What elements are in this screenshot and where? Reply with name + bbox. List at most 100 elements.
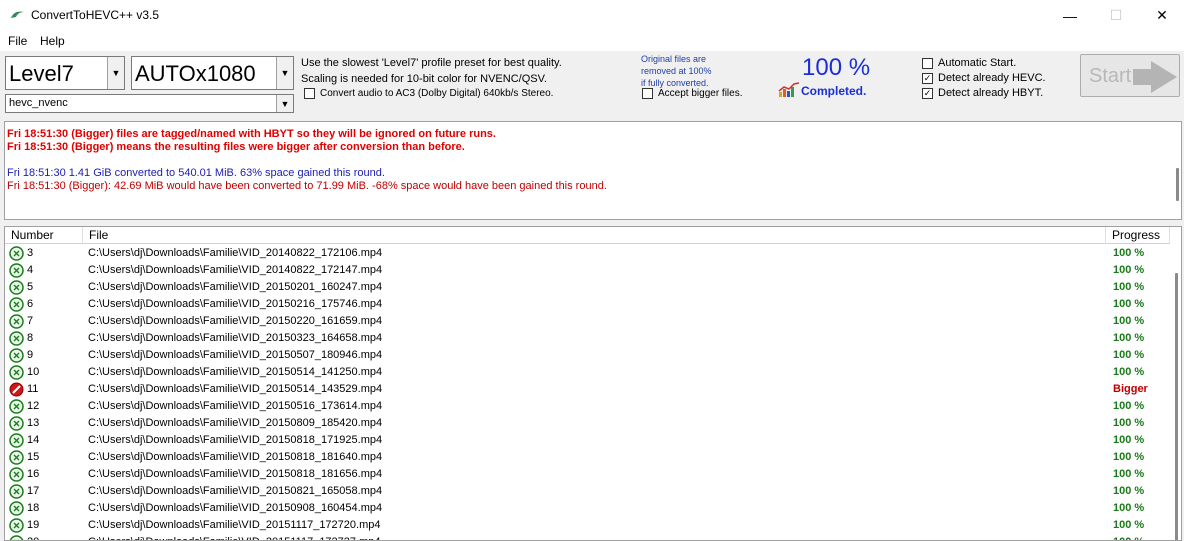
row-progress: 100 % (1113, 502, 1145, 514)
done-icon (9, 467, 24, 482)
start-button[interactable]: Start (1080, 54, 1180, 97)
table-row[interactable]: 14 C:\Users\dj\Downloads\Familie\VID_2015… (5, 432, 1170, 449)
row-progress: 100 % (1113, 485, 1145, 497)
done-icon (9, 263, 24, 278)
log-panel: Fri 18:51:30 (Bigger) files are tagged/n… (4, 121, 1182, 220)
original-files-note: Original files are removed at 100% if fu… (641, 53, 751, 89)
row-file-path: C:\Users\dj\Downloads\Familie\VID_201505… (88, 383, 383, 395)
file-list: Number File Progress 3 C:\Users\dj\Downlo… (4, 226, 1182, 541)
table-row[interactable]: 10 C:\Users\dj\Downloads\Familie\VID_2015… (5, 364, 1170, 381)
detect-hbyt-checkbox[interactable]: ✓ Detect already HBYT. (922, 87, 1043, 99)
done-icon (9, 450, 24, 465)
table-row[interactable]: 4 C:\Users\dj\Downloads\Familie\VID_20140… (5, 262, 1170, 279)
chevron-down-icon: ▼ (276, 57, 293, 89)
row-number: 8 (27, 332, 34, 344)
table-row[interactable]: 11 C:\Users\dj\Downloads\Familie\VID_2015… (5, 381, 1170, 398)
done-icon (9, 246, 24, 261)
chevron-down-icon: ▼ (276, 95, 293, 112)
row-number: 20 (27, 536, 39, 540)
original-note-line: Original files are (641, 54, 707, 64)
row-progress: 100 % (1113, 264, 1145, 276)
row-number: 6 (27, 298, 34, 310)
profile-value: Level7 (9, 61, 74, 86)
row-progress: 100 % (1113, 417, 1145, 429)
column-header-progress[interactable]: Progress (1106, 227, 1170, 244)
done-icon (9, 399, 24, 414)
row-progress: 100 % (1113, 349, 1145, 361)
table-row[interactable]: 18 C:\Users\dj\Downloads\Familie\VID_2015… (5, 500, 1170, 517)
convert-audio-checkbox[interactable]: Convert audio to AC3 (Dolby Digital) 640… (304, 88, 553, 99)
original-note-line: removed at 100% (641, 66, 712, 76)
profile-info-text: Use the slowest 'Level7' profile preset … (301, 57, 562, 69)
log-scrollbar[interactable] (1176, 168, 1179, 201)
row-progress: 100 % (1113, 366, 1145, 378)
row-number: 11 (27, 383, 39, 395)
log-line: Fri 18:51:30 (Bigger) means the resultin… (7, 141, 465, 153)
row-number: 15 (27, 451, 40, 463)
maximize-button[interactable]: ☐ (1093, 0, 1139, 31)
row-number: 4 (27, 264, 34, 276)
check-icon: ✓ (922, 72, 933, 84)
checkbox-box (304, 88, 315, 99)
column-header-number[interactable]: Number (5, 227, 83, 244)
menu-help[interactable]: Help (40, 34, 65, 48)
encoder-value: hevc_nvenc (9, 97, 68, 109)
scaling-info-text: Scaling is needed for 10-bit color for N… (301, 73, 547, 85)
done-icon (9, 416, 24, 431)
play-arrow-icon (1133, 61, 1177, 93)
bigger-icon (9, 382, 24, 397)
table-row[interactable]: 15 C:\Users\dj\Downloads\Familie\VID_2015… (5, 449, 1170, 466)
row-file-path: C:\Users\dj\Downloads\Familie\VID_201508… (88, 485, 383, 497)
minimize-button[interactable]: — (1047, 0, 1093, 31)
row-progress: 100 % (1113, 434, 1145, 446)
table-row[interactable]: 5 C:\Users\dj\Downloads\Familie\VID_20150… (5, 279, 1170, 296)
menu-file[interactable]: File (8, 34, 27, 48)
row-file-path: C:\Users\dj\Downloads\Familie\VID_201511… (88, 536, 380, 540)
table-row[interactable]: 7 C:\Users\dj\Downloads\Familie\VID_20150… (5, 313, 1170, 330)
table-row[interactable]: 9 C:\Users\dj\Downloads\Familie\VID_20150… (5, 347, 1170, 364)
close-button[interactable]: ✕ (1139, 0, 1184, 31)
row-file-path: C:\Users\dj\Downloads\Familie\VID_201503… (88, 332, 383, 344)
row-number: 5 (27, 281, 34, 293)
column-header-file[interactable]: File (83, 227, 1106, 244)
table-row[interactable]: 13 C:\Users\dj\Downloads\Familie\VID_2015… (5, 415, 1170, 432)
profile-dropdown[interactable]: Level7 ▼ (5, 56, 125, 90)
table-row[interactable]: 20 C:\Users\dj\Downloads\Familie\VID_2015… (5, 534, 1170, 540)
table-row[interactable]: 6 C:\Users\dj\Downloads\Familie\VID_20150… (5, 296, 1170, 313)
table-row[interactable]: 17 C:\Users\dj\Downloads\Familie\VID_2015… (5, 483, 1170, 500)
list-scrollbar[interactable] (1175, 273, 1178, 540)
row-progress: 100 % (1113, 468, 1145, 480)
row-progress: 100 % (1113, 281, 1145, 293)
row-number: 17 (27, 485, 40, 497)
row-progress: 100 % (1113, 536, 1144, 540)
detect-hevc-checkbox[interactable]: ✓ Detect already HEVC. (922, 72, 1046, 84)
auto-start-checkbox[interactable]: Automatic Start. (922, 57, 1016, 69)
scale-dropdown[interactable]: AUTOx1080 ▼ (131, 56, 294, 90)
table-row[interactable]: 3 C:\Users\dj\Downloads\Familie\VID_20140… (5, 245, 1170, 262)
encoder-dropdown[interactable]: hevc_nvenc ▼ (5, 94, 294, 113)
row-file-path: C:\Users\dj\Downloads\Familie\VID_201508… (88, 468, 383, 480)
log-line: Fri 18:51:30 (Bigger): 42.69 MiB would h… (7, 180, 607, 192)
row-file-path: C:\Users\dj\Downloads\Familie\VID_201408… (88, 264, 383, 276)
app-window: ConvertToHEVC++ v3.5 — ☐ ✕ File Help Lev… (0, 0, 1184, 541)
done-icon (9, 314, 24, 329)
row-progress: 100 % (1113, 332, 1145, 344)
done-icon (9, 348, 24, 363)
accept-bigger-checkbox[interactable]: Accept bigger files. (642, 88, 743, 99)
row-file-path: C:\Users\dj\Downloads\Familie\VID_201502… (88, 281, 383, 293)
window-title: ConvertToHEVC++ v3.5 (31, 8, 160, 22)
row-file-path: C:\Users\dj\Downloads\Familie\VID_201502… (88, 298, 383, 310)
row-progress: 100 % (1113, 298, 1145, 310)
done-icon (9, 433, 24, 448)
row-number: 10 (27, 366, 40, 378)
table-row[interactable]: 8 C:\Users\dj\Downloads\Familie\VID_20150… (5, 330, 1170, 347)
row-file-path: C:\Users\dj\Downloads\Familie\VID_201502… (88, 315, 383, 327)
row-number: 16 (27, 468, 40, 480)
row-file-path: C:\Users\dj\Downloads\Familie\VID_201508… (88, 417, 383, 429)
table-row[interactable]: 19 C:\Users\dj\Downloads\Familie\VID_2015… (5, 517, 1170, 534)
table-row[interactable]: 16 C:\Users\dj\Downloads\Familie\VID_2015… (5, 466, 1170, 483)
title-bar: ConvertToHEVC++ v3.5 — ☐ ✕ (0, 0, 1184, 31)
row-file-path: C:\Users\dj\Downloads\Familie\VID_201508… (88, 434, 383, 446)
table-row[interactable]: 12 C:\Users\dj\Downloads\Familie\VID_2015… (5, 398, 1170, 415)
row-number: 19 (27, 519, 40, 531)
